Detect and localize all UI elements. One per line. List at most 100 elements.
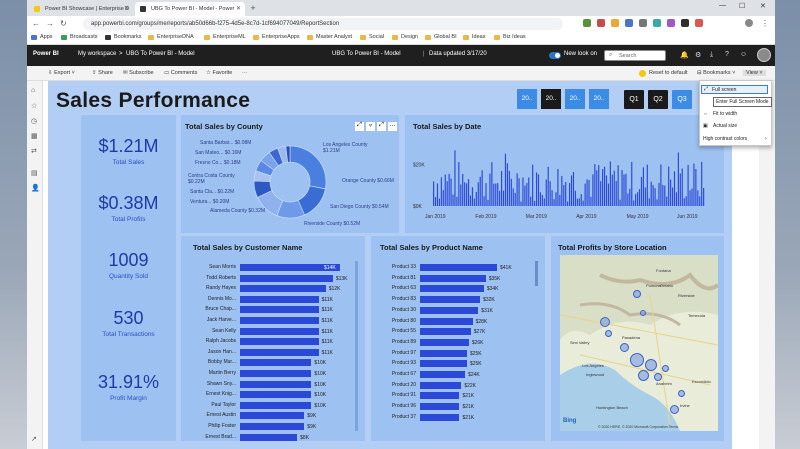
- date-bar[interactable]: [504, 153, 507, 206]
- date-bar[interactable]: [666, 196, 668, 206]
- quarter-slicer-button[interactable]: Q3: [672, 90, 692, 109]
- recent-icon[interactable]: ◷: [31, 117, 37, 125]
- date-bar[interactable]: [518, 178, 520, 206]
- profile-avatar[interactable]: [745, 19, 753, 27]
- date-bar[interactable]: [617, 165, 619, 206]
- map-bubble[interactable]: [640, 310, 646, 316]
- date-bar[interactable]: [697, 190, 699, 206]
- back-icon[interactable]: ←: [32, 19, 40, 28]
- bookmark-item[interactable]: Bookmarks: [105, 34, 142, 40]
- bar[interactable]: [240, 317, 319, 324]
- bar[interactable]: [420, 392, 460, 400]
- date-bar[interactable]: [485, 183, 487, 206]
- date-bar[interactable]: [557, 169, 559, 206]
- date-bar[interactable]: [701, 161, 703, 206]
- bar[interactable]: [420, 306, 479, 314]
- date-bar[interactable]: [499, 190, 501, 206]
- date-bar[interactable]: [535, 172, 538, 206]
- date-bar[interactable]: [491, 162, 493, 206]
- map-bubble[interactable]: [630, 353, 644, 367]
- extension-icon[interactable]: [611, 19, 619, 27]
- bookmark-folder[interactable]: Master Analyst: [307, 34, 352, 40]
- date-bar[interactable]: [588, 179, 590, 206]
- date-bar[interactable]: [584, 183, 586, 206]
- bar[interactable]: [420, 403, 460, 411]
- date-bar[interactable]: [613, 170, 615, 206]
- subscribe-button[interactable]: ✉ Subscribe: [123, 70, 154, 76]
- date-bar[interactable]: [598, 165, 600, 206]
- date-bar[interactable]: [510, 178, 512, 206]
- date-bar[interactable]: [703, 187, 705, 206]
- favorite-button[interactable]: ☆ Favorite: [206, 70, 232, 76]
- bar[interactable]: [240, 295, 319, 303]
- shared-icon[interactable]: ⇄: [31, 147, 37, 155]
- reload-icon[interactable]: ↻: [60, 19, 67, 28]
- date-bar[interactable]: [602, 169, 604, 206]
- search-input[interactable]: ⌕ Search: [604, 50, 666, 61]
- bar[interactable]: [240, 274, 333, 282]
- date-bar[interactable]: [545, 179, 547, 206]
- date-bar[interactable]: [434, 197, 437, 206]
- drill-icon[interactable]: ⤢: [355, 122, 364, 131]
- date-bar-chart[interactable]: $0K $20K Jan 2019 Feb 2019 Mar 2019 Apr 2019 M…: [405, 150, 723, 222]
- quarter-slicer-button[interactable]: Q1: [624, 90, 644, 109]
- date-bar[interactable]: [508, 170, 510, 206]
- more-options-button[interactable]: ···: [242, 70, 248, 76]
- comments-button[interactable]: ▭ Comments: [164, 70, 197, 76]
- date-bar[interactable]: [627, 193, 629, 206]
- map-bubble[interactable]: [645, 359, 657, 371]
- date-bar[interactable]: [650, 181, 652, 206]
- date-bar[interactable]: [534, 200, 536, 206]
- date-bar[interactable]: [436, 183, 439, 206]
- date-bar[interactable]: [460, 184, 462, 206]
- bookmark-folder[interactable]: Ideas: [463, 34, 485, 40]
- bar[interactable]: [240, 359, 312, 367]
- share-button[interactable]: ⇪ Share: [92, 70, 113, 76]
- date-bar[interactable]: [671, 187, 674, 206]
- date-bar[interactable]: [652, 185, 654, 206]
- map-bubble[interactable]: [600, 317, 610, 327]
- date-bar[interactable]: [549, 181, 551, 206]
- menu-icon[interactable]: ⋮: [761, 19, 769, 28]
- date-bar[interactable]: [481, 170, 483, 206]
- date-bar[interactable]: [637, 192, 639, 206]
- get-data-icon[interactable]: ↗: [31, 435, 37, 443]
- date-bar[interactable]: [530, 196, 532, 206]
- date-bar[interactable]: [631, 161, 633, 206]
- bar[interactable]: [240, 370, 312, 377]
- minimize-button[interactable]: —: [719, 2, 726, 9]
- date-bar[interactable]: [572, 172, 575, 206]
- date-bar[interactable]: [528, 177, 530, 206]
- bar[interactable]: [240, 338, 319, 346]
- bar[interactable]: [240, 348, 319, 356]
- bar[interactable]: [240, 327, 319, 335]
- date-bar[interactable]: [555, 192, 557, 206]
- date-bar[interactable]: [668, 166, 670, 206]
- date-bar[interactable]: [670, 179, 672, 206]
- breadcrumb-report[interactable]: UBG To Power BI - Model: [126, 51, 195, 57]
- more-options-icon[interactable]: …: [388, 122, 397, 131]
- feedback-icon[interactable]: ☺: [740, 51, 747, 58]
- bookmark-folder[interactable]: Global BI: [425, 34, 457, 40]
- date-bar[interactable]: [551, 190, 553, 206]
- date-bar[interactable]: [561, 175, 563, 206]
- date-bar[interactable]: [563, 185, 565, 206]
- date-bar[interactable]: [605, 175, 608, 206]
- help-icon[interactable]: ?: [725, 51, 729, 58]
- map-bubble[interactable]: [654, 373, 662, 381]
- date-bar[interactable]: [574, 190, 576, 206]
- date-bar[interactable]: [685, 196, 687, 206]
- bookmark-folder[interactable]: EnterpriseDNA: [148, 34, 194, 40]
- apps-icon[interactable]: ▦: [31, 132, 38, 140]
- date-bar[interactable]: [596, 170, 598, 206]
- date-bar[interactable]: [452, 194, 454, 206]
- extension-icon[interactable]: [625, 19, 633, 27]
- notifications-icon[interactable]: 🔔: [680, 51, 689, 59]
- map-bubble[interactable]: [670, 405, 679, 414]
- settings-icon[interactable]: ⚙: [695, 51, 701, 59]
- date-bar[interactable]: [642, 167, 644, 206]
- close-window-button[interactable]: ✕: [760, 2, 766, 10]
- my-workspace-icon[interactable]: 👤: [31, 184, 40, 192]
- date-bar[interactable]: [621, 169, 623, 206]
- date-bar[interactable]: [611, 174, 613, 206]
